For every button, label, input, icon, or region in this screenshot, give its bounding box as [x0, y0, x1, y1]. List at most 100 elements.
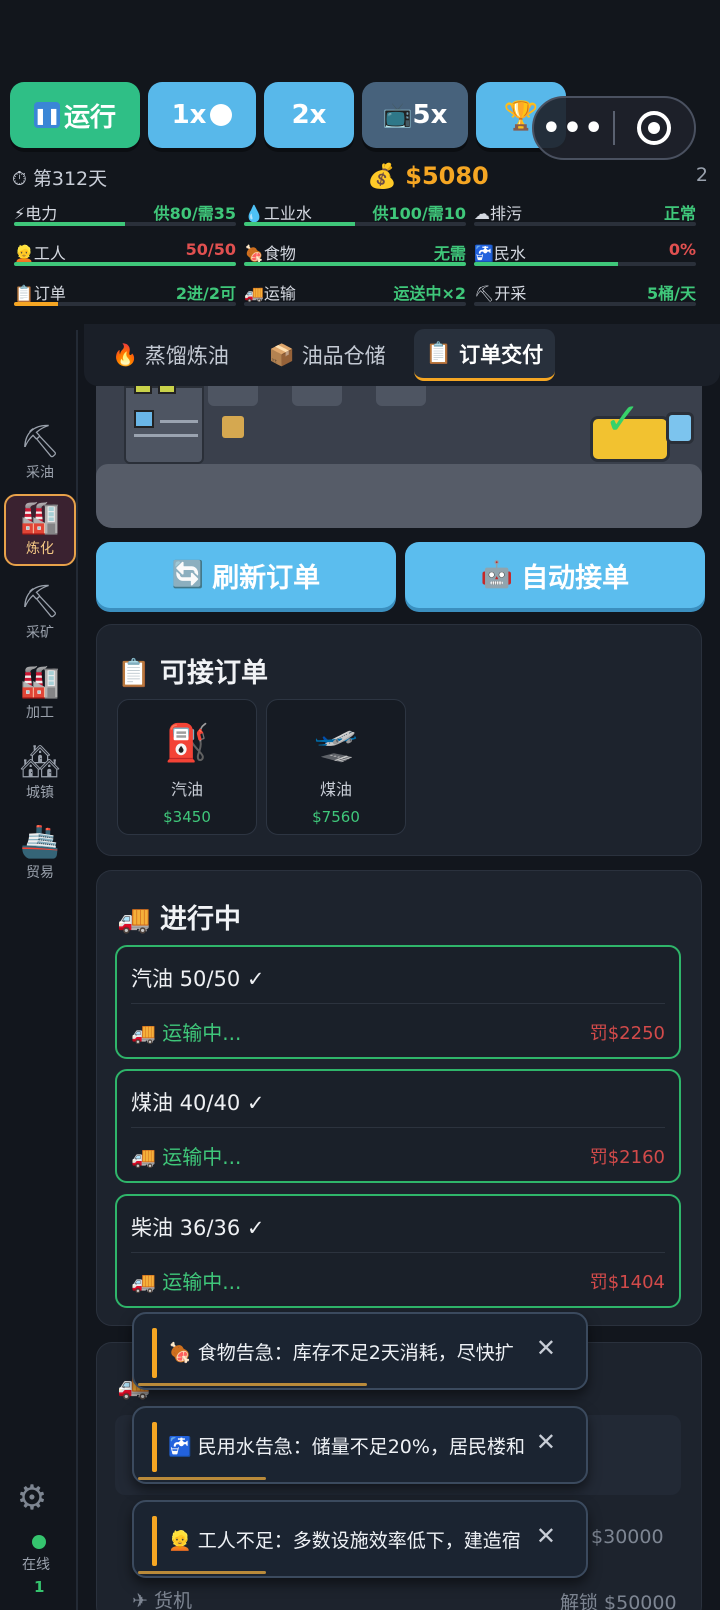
divider	[131, 1003, 665, 1004]
stat-bar	[14, 262, 236, 266]
in-progress-panel: 🚚 进行中 汽油 50/50 ✓ 🚚 运输中... 罚$2250 煤油 40/4…	[96, 870, 702, 1326]
sidebar-item-town[interactable]: 🏘 城镇	[4, 740, 76, 812]
box-icon: 📦	[268, 342, 295, 367]
day-counter: ⏱ 第312天	[12, 168, 108, 190]
order-card-gasoline[interactable]: ⛽ 汽油 $3450	[117, 699, 257, 835]
stat-label: 👱工人	[14, 244, 66, 263]
pause-icon: ❚❚	[34, 102, 60, 128]
houses-icon: 🏘	[19, 742, 61, 780]
speed-5x-button[interactable]: 📺 5x	[362, 82, 468, 148]
panel-title: 📋 可接订单	[117, 658, 269, 689]
order-card-kerosene[interactable]: 🛫 煤油 $7560	[266, 699, 406, 835]
close-icon[interactable]: ✕	[536, 1522, 556, 1550]
tab-order-delivery[interactable]: 📋 订单交付	[413, 329, 556, 381]
stat-label: 🚚运输	[244, 284, 296, 303]
pickaxe-icon: ⛏	[19, 582, 61, 620]
close-icon[interactable]: ✕	[536, 1334, 556, 1362]
online-count: 1	[34, 1578, 45, 1596]
stat-bar	[14, 222, 236, 226]
speed-1x-button[interactable]: 1x	[148, 82, 256, 148]
sidebar-item-oil-extraction[interactable]: ⛏ 采油	[4, 420, 76, 492]
stat-bar	[244, 262, 466, 266]
stat-electricity: ⚡电力 供80/需35	[14, 200, 236, 234]
money-display: 💰 $5080	[367, 162, 489, 190]
order-name: 柴油 36/36 ✓	[131, 1216, 265, 1240]
tab-distillation[interactable]: 🔥 蒸馏炼油	[100, 329, 241, 381]
toast-message: 🚰 民用水告急：储量不足20%，居民楼和	[168, 1436, 525, 1458]
storage-slot	[376, 386, 426, 406]
fire-icon: 🔥	[112, 342, 139, 367]
stat-value: 正常	[663, 204, 696, 223]
close-miniprogram-button[interactable]	[615, 111, 694, 145]
stat-bar	[474, 302, 696, 306]
sidebar-item-label: 采油	[26, 465, 54, 481]
close-icon[interactable]: ✕	[536, 1428, 556, 1456]
toast-accent	[152, 1328, 157, 1378]
speed-2x-button[interactable]: 2x	[264, 82, 354, 148]
stat-value: 0%	[668, 240, 696, 259]
stat-value: 供100/需10	[372, 204, 466, 223]
worker-icon: 👱	[14, 244, 34, 263]
order-name: 汽油	[170, 780, 203, 799]
sidebar-item-refining[interactable]: 🏭 炼化	[4, 494, 76, 566]
available-orders-panel: 📋 可接订单 ⛽ 汽油 $3450 🛫 煤油 $7560	[96, 624, 702, 856]
worker-icon: 👱	[168, 1530, 192, 1552]
airplane-icon: ✈	[132, 1590, 148, 1610]
alert-toast-water: 🚰 民用水告急：储量不足20%，居民楼和 ✕	[132, 1406, 588, 1484]
clipboard-icon: 📋	[425, 341, 452, 365]
stat-value: 5桶/天	[647, 284, 696, 303]
order-status: 🚚 运输中...	[131, 1021, 242, 1045]
order-progress-card: 汽油 50/50 ✓ 🚚 运输中... 罚$2250	[115, 945, 681, 1059]
order-progress-card: 煤油 40/40 ✓ 🚚 运输中... 罚$2160	[115, 1069, 681, 1183]
record-icon	[637, 111, 672, 145]
stat-label: ⛏开采	[474, 284, 527, 303]
toast-message: 🍖 食物告急：库存不足2天消耗，尽快扩	[168, 1342, 514, 1364]
stat-bar	[244, 302, 466, 306]
gear-icon[interactable]: ⚙	[14, 1480, 50, 1516]
sidebar-item-label: 采矿	[26, 625, 54, 641]
order-price: $3450	[163, 808, 211, 826]
order-penalty: 罚$2250	[589, 1023, 665, 1044]
meat-icon: 🍖	[168, 1342, 192, 1364]
order-name: 汽油 50/50 ✓	[131, 967, 265, 991]
more-menu-icon[interactable]: •••	[534, 111, 613, 146]
run-button[interactable]: ❚❚ 运行	[10, 82, 140, 148]
factory-icon: 🏭	[20, 498, 60, 536]
truck-icon: 🚚	[244, 284, 264, 303]
toast-accent	[152, 1516, 157, 1566]
sidebar-item-trade[interactable]: 🚢 贸易	[4, 820, 76, 892]
order-name: 煤油 40/40 ✓	[131, 1091, 265, 1115]
sidebar-item-label: 城镇	[26, 785, 54, 801]
tv-icon: 📺	[382, 101, 413, 129]
refresh-icon: 🔄	[171, 560, 205, 590]
storage-slot	[208, 386, 258, 406]
water-drop-icon: 💧	[244, 204, 264, 223]
stat-orders: 📋订单 2进/2可	[14, 280, 236, 314]
stat-bar	[474, 262, 696, 266]
toast-progress	[138, 1383, 367, 1386]
storage-slot	[292, 386, 342, 406]
panel-title: 🚚 进行中	[117, 904, 242, 935]
order-penalty: 罚$2160	[589, 1147, 665, 1168]
stat-mining: ⛏开采 5桶/天	[474, 280, 696, 314]
delivery-scene: ✓	[96, 386, 702, 528]
pickaxe-icon: ⛏	[474, 284, 495, 303]
stat-bar	[244, 222, 466, 226]
cloud-icon: ☁	[474, 204, 490, 223]
sidebar-item-processing[interactable]: 🏭 加工	[4, 660, 76, 732]
refresh-orders-button[interactable]: 🔄 刷新订单	[96, 542, 396, 608]
stat-civil-water: 🚰民水 0%	[474, 240, 696, 274]
truck-icon: 🚚	[117, 904, 151, 935]
factory-icon: 🏭	[20, 662, 60, 700]
stat-label: 🚰民水	[474, 244, 526, 263]
stat-value: 无需	[433, 244, 466, 263]
toast-progress	[138, 1571, 266, 1574]
stat-transport: 🚚运输 运送中×2	[244, 280, 466, 314]
speed-2x-label: 2x	[291, 100, 327, 130]
auto-accept-button[interactable]: 🤖 自动接单	[405, 542, 705, 608]
sidebar-item-mining[interactable]: ⛏ 采矿	[4, 580, 76, 652]
order-status: 🚚 运输中...	[131, 1270, 242, 1294]
tab-oil-storage[interactable]: 📦 油品仓储	[257, 329, 398, 381]
miniprogram-capsule: •••	[532, 96, 696, 160]
fuel-pump-icon: ⛽	[164, 723, 210, 764]
